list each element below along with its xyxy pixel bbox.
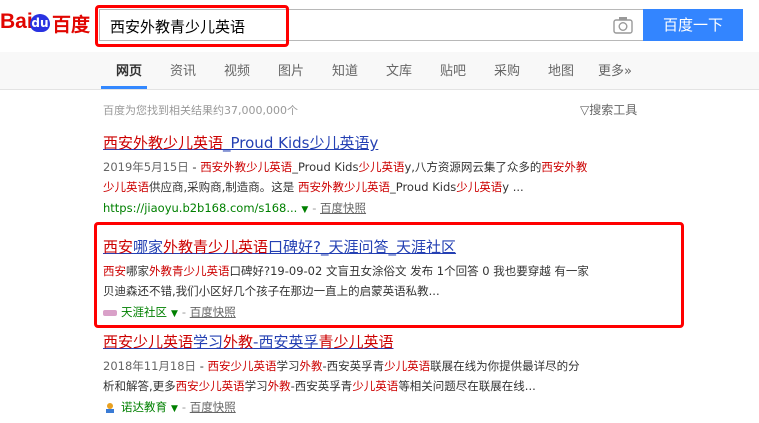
snippet-text: 供应商,采购商,制造商。这是 (149, 180, 298, 194)
snippet-highlight: 西安少儿英语 (175, 379, 245, 393)
snippet-text: _Proud Kids (292, 160, 359, 174)
cache-link[interactable]: 百度快照 (190, 305, 236, 319)
snippet-text: -西安英孚青 (322, 359, 385, 373)
separator: - (181, 305, 190, 319)
snippet-text: 学习 (244, 379, 268, 393)
title-text: 哪家 (133, 238, 164, 256)
title-highlight: 西安少儿英语 (103, 333, 194, 351)
snippet-text: 等相关问题尽在联展在线... (398, 379, 536, 393)
camera-icon[interactable] (613, 16, 633, 34)
result-source[interactable]: 天涯社区 (121, 305, 167, 319)
title-text: _Proud Kids少儿英语y (223, 134, 379, 152)
logo-text-bai: Bai (0, 10, 33, 33)
active-tab-indicator (101, 86, 147, 89)
tianya-site-icon (103, 309, 117, 316)
title-text: -西安英孚 (253, 333, 319, 351)
tab-caigou[interactable]: 采购 (494, 60, 520, 79)
result-source[interactable]: 诺达教育 (121, 400, 167, 414)
search-query-text: 西安外教青少儿英语 (110, 18, 246, 36)
tab-more[interactable]: 更多» (598, 60, 632, 79)
filter-icon: ▽ (580, 103, 590, 117)
result-snippet: 2019年5月15日 - 西安外教少儿英语_Proud Kids少儿英语y,八方… (103, 160, 588, 194)
search-tools-label: 搜索工具 (589, 103, 638, 117)
search-input[interactable]: 西安外教青少儿英语 (99, 9, 643, 41)
snippet-text: 析和解答,更多 (103, 379, 176, 393)
caret-down-icon[interactable]: ▼ (301, 205, 308, 215)
tab-wenku[interactable]: 文库 (386, 60, 412, 79)
caret-down-icon[interactable]: ▼ (171, 404, 178, 414)
caret-down-icon[interactable]: ▼ (171, 309, 178, 319)
snippet-highlight: 西安 (103, 264, 126, 278)
search-result: 西安外教少儿英语_Proud Kids少儿英语y 2019年5月15日 - 西安… (103, 132, 663, 220)
snippet-text: -西安英孚青 (290, 379, 353, 393)
result-date: 2018年11月18日 (103, 359, 197, 373)
snippet-highlight: 少儿英语 (352, 379, 399, 393)
tab-zhidao[interactable]: 知道 (332, 60, 358, 79)
snippet-highlight: 外教 (267, 379, 291, 393)
snippet-highlight: 西安外教 (541, 160, 588, 174)
nav-tabs: 网页 资讯 视频 图片 知道 文库 贴吧 采购 地图 更多» (0, 52, 759, 90)
title-highlight: 外教 (223, 333, 254, 351)
title-text: 学习 (193, 333, 224, 351)
snippet-highlight: 少儿英语 (103, 180, 149, 194)
tab-map[interactable]: 地图 (548, 60, 574, 79)
result-count: 百度为您找到相关结果约37,000,000个 (103, 104, 298, 117)
search-tools-button[interactable]: ▽搜索工具 (580, 101, 637, 118)
nuoda-site-icon (106, 402, 114, 413)
snippet-highlight: 少儿英语 (456, 180, 503, 194)
result-snippet: 2018年11月18日 - 西安少儿英语学习外教-西安英孚青少儿英语联展在线为你… (103, 359, 580, 393)
tab-images[interactable]: 图片 (278, 60, 304, 79)
search-button[interactable]: 百度一下 (643, 9, 743, 41)
title-highlight: 西安 (103, 238, 134, 256)
snippet-highlight: 外教青少儿英语 (149, 264, 230, 278)
result-snippet: 西安哪家外教青少儿英语口碑好?19-09-02 文盲丑女涂俗文 发布 1个回答 … (103, 261, 663, 301)
result-title-link[interactable]: 西安外教少儿英语_Proud Kids少儿英语y (103, 132, 663, 153)
title-highlight: 青少儿英语 (318, 333, 394, 351)
snippet-highlight: 西安少儿英语 (207, 359, 277, 373)
snippet-text: 贝迪森还不错,我们小区好几个孩子在那边一直上的启蒙英语私教... (103, 284, 440, 298)
snippet-text: _Proud Kids (389, 180, 457, 194)
result-title-link[interactable]: 西安少儿英语学习外教-西安英孚青少儿英语 (103, 331, 663, 352)
snippet-text: 联展在线为你提供最详尽的分 (430, 359, 580, 373)
search-result: 西安少儿英语学习外教-西安英孚青少儿英语 2018年11月18日 - 西安少儿英… (103, 331, 663, 419)
cache-link[interactable]: 百度快照 (190, 400, 236, 414)
title-highlight: 西安外教少儿英语 (103, 134, 224, 152)
result-title-link[interactable]: 西安哪家外教青少儿英语口碑好?_天涯问答_天涯社区 (103, 236, 663, 257)
snippet-text: y,八方资源网云集了众多的 (404, 160, 542, 174)
tab-video[interactable]: 视频 (224, 60, 250, 79)
cache-link[interactable]: 百度快照 (320, 201, 366, 215)
baidu-logo[interactable]: Bai du 百度 (0, 4, 94, 38)
search-result: 西安哪家外教青少儿英语口碑好?_天涯问答_天涯社区 西安哪家外教青少儿英语口碑好… (103, 236, 663, 324)
logo-text-chinese: 百度 (52, 14, 91, 36)
result-meta: https://jiaoyu.b2b168.com/s168... ▼ - 百度快照 (103, 198, 663, 220)
snippet-text: 学习 (276, 359, 300, 373)
separator: - (181, 400, 190, 414)
snippet-highlight: 少儿英语 (384, 359, 431, 373)
result-url[interactable]: https://jiaoyu.b2b168.com/s168... (103, 201, 297, 215)
result-meta: 天涯社区 ▼ - 百度快照 (103, 302, 663, 324)
tab-web[interactable]: 网页 (116, 60, 142, 79)
snippet-text: 哪家 (126, 264, 149, 278)
result-date: 2019年5月15日 (103, 160, 189, 174)
snippet-highlight: 少儿英语 (358, 160, 405, 174)
tab-tieba[interactable]: 贴吧 (440, 60, 466, 79)
tab-news[interactable]: 资讯 (170, 60, 196, 79)
snippet-highlight: 西安外教少儿英语 (297, 180, 390, 194)
title-highlight: 外教青少儿英语 (163, 238, 269, 256)
result-meta: 诺达教育 ▼ - 百度快照 (103, 397, 663, 419)
snippet-highlight: 西安外教少儿英语 (200, 160, 293, 174)
snippet-text: 口碑好?19-09-02 文盲丑女涂俗文 发布 1个回答 0 我也要穿越 有一家 (229, 264, 589, 278)
title-text: 口碑好?_天涯问答_天涯社区 (268, 238, 457, 256)
logo-paw-du: du (30, 14, 50, 32)
snippet-highlight: 外教 (299, 359, 323, 373)
separator: - (312, 201, 321, 215)
snippet-text: y ... (502, 180, 524, 194)
